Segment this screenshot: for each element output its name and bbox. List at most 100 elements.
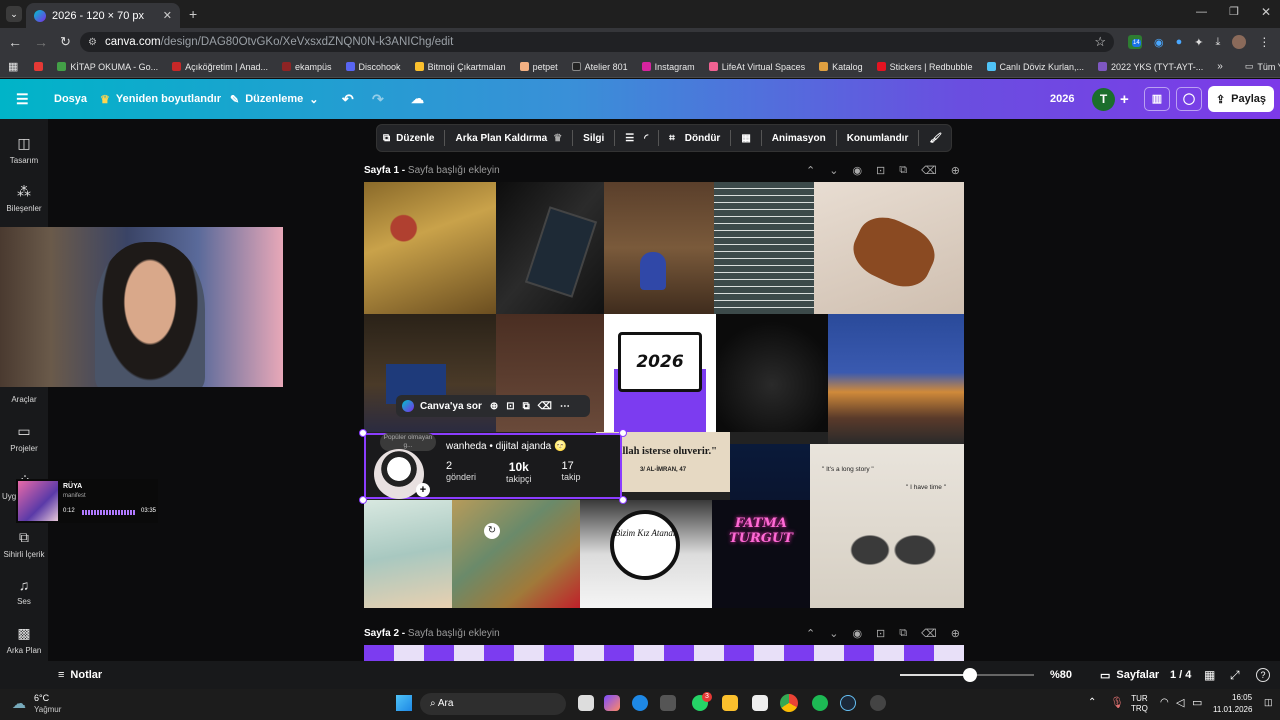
language-indicator[interactable]: TUR TRQ xyxy=(1131,694,1148,714)
sidebar-item-background[interactable]: ▩ Arka Plan xyxy=(0,625,48,655)
bookmark-item[interactable] xyxy=(34,62,44,71)
photo-house-night[interactable] xyxy=(828,314,964,444)
photo-tennis-net[interactable] xyxy=(714,182,814,314)
duplicate-icon[interactable]: ⧉ xyxy=(899,627,907,640)
taskbar-search[interactable]: ⌕ Ara xyxy=(420,693,566,715)
border-style-icon[interactable]: ☰ xyxy=(625,133,634,144)
page-2-canvas[interactable] xyxy=(364,645,964,661)
ask-canva-button[interactable]: Canva'ya sor xyxy=(402,400,482,412)
extension-badge-icon[interactable]: 14 xyxy=(1128,35,1142,49)
redo-icon[interactable]: ↷ xyxy=(372,91,384,108)
bookmark-item[interactable]: Stickers | Redbubble xyxy=(876,62,973,72)
document-title[interactable]: 2026 xyxy=(1050,93,1074,105)
animate-button[interactable]: Animasyon xyxy=(772,133,826,144)
apps-grid-icon[interactable]: ▦ xyxy=(8,60,18,73)
move-up-icon[interactable]: ⌃ xyxy=(806,627,815,640)
close-window-icon[interactable]: ✕ xyxy=(1261,5,1271,19)
tray-overflow-icon[interactable]: ⌃ xyxy=(1088,697,1096,708)
transparency-icon[interactable]: ▦ xyxy=(741,133,750,144)
zoom-slider[interactable] xyxy=(900,668,1034,682)
selection-handle[interactable] xyxy=(619,496,627,504)
add-page-icon[interactable]: ⊕ xyxy=(951,627,960,640)
maximize-icon[interactable]: ❐ xyxy=(1229,5,1239,18)
duplicate-icon[interactable]: ⧉ xyxy=(899,164,907,177)
volume-icon[interactable]: ◁ xyxy=(1176,696,1184,709)
browser-tab[interactable]: 2026 - 120 × 70 px ✕ xyxy=(26,3,180,28)
flip-button[interactable]: Döndür xyxy=(685,133,721,144)
trash-icon[interactable]: ⌫ xyxy=(921,164,937,177)
page-2-title[interactable]: Sayfa 2 - Sayfa başlığı ekleyin xyxy=(364,628,500,639)
url-bar[interactable]: ⚙ canva.com/design/DAG80OtvGKo/XeVxsxdZN… xyxy=(80,32,1114,52)
start-icon[interactable] xyxy=(396,695,412,711)
user-avatar[interactable]: T xyxy=(1092,88,1115,111)
move-down-icon[interactable]: ⌄ xyxy=(829,627,838,640)
clock-time[interactable]: 16:05 xyxy=(1232,693,1252,702)
edit-mode-button[interactable]: ✎ Düzenleme ⌄ xyxy=(230,93,319,106)
more-options-icon[interactable]: ⋯ xyxy=(560,401,570,412)
wifi-icon[interactable]: ◠ xyxy=(1160,697,1169,708)
bookmark-item[interactable]: Discohook xyxy=(345,62,401,72)
help-icon[interactable]: ? xyxy=(1256,668,1270,682)
trash-icon[interactable]: ⌫ xyxy=(921,627,937,640)
profile-card[interactable]: Popüler olmayan g... + wanheda • dijital… xyxy=(364,433,622,499)
tab-list-button[interactable]: ⌄ xyxy=(6,6,22,22)
bookmark-item[interactable]: ekampüs xyxy=(282,62,332,72)
edge-icon[interactable] xyxy=(632,695,648,711)
menu-icon[interactable]: ☰ xyxy=(16,91,29,108)
eraser-button[interactable]: Silgi xyxy=(583,133,604,144)
undo-icon[interactable]: ↶ xyxy=(342,91,354,108)
photo-car-dashboard[interactable] xyxy=(716,314,828,432)
photo-tablet[interactable] xyxy=(496,182,604,314)
duplicate-icon[interactable]: ⧉ xyxy=(523,401,530,412)
year-2026-envelope[interactable]: 2026 xyxy=(604,314,716,432)
minimize-icon[interactable]: — xyxy=(1196,6,1207,18)
back-icon[interactable]: ← xyxy=(8,34,22,50)
bookmark-item[interactable]: 2022 YKS (TYT-AYT-... xyxy=(1098,62,1203,72)
zoom-slider-handle[interactable] xyxy=(962,668,977,682)
zoom-level[interactable]: %80 xyxy=(1050,669,1072,681)
lock-icon[interactable]: ⊡ xyxy=(876,627,885,640)
selection-handle[interactable] xyxy=(359,429,367,437)
site-info-icon[interactable]: ⚙ xyxy=(88,37,97,48)
chrome-icon[interactable] xyxy=(780,694,798,712)
selection-handle[interactable] xyxy=(619,429,627,437)
crop-icon[interactable]: ⌗ xyxy=(669,133,675,144)
weather-temp[interactable]: 6°C xyxy=(34,693,49,703)
photo-autumn-bike[interactable] xyxy=(364,182,496,314)
battery-icon[interactable]: ▭ xyxy=(1192,696,1202,709)
sidebar-item-tools[interactable]: Araçlar xyxy=(0,395,48,404)
selection-handle[interactable] xyxy=(359,496,367,504)
remove-background-button[interactable]: Arka Plan Kaldırma ♛ xyxy=(455,133,562,144)
bookmark-item[interactable]: Katalog xyxy=(819,62,863,72)
page-count[interactable]: 1 / 4 xyxy=(1170,669,1191,681)
close-tab-icon[interactable]: ✕ xyxy=(163,9,172,22)
add-collaborator-icon[interactable]: + xyxy=(1120,91,1129,108)
bookmark-item[interactable]: Açıköğretim | Anad... xyxy=(172,62,268,72)
capcut-icon[interactable] xyxy=(752,695,768,711)
reload-icon[interactable]: ↻ xyxy=(60,34,71,50)
hide-page-icon[interactable]: ◉ xyxy=(852,627,862,640)
position-button[interactable]: Konumlandır xyxy=(847,133,909,144)
lock-icon[interactable]: ⊡ xyxy=(876,164,885,177)
cloud-save-icon[interactable]: ☁ xyxy=(411,91,424,107)
photo-neon-sign[interactable]: FATMA TURGUT xyxy=(712,500,810,608)
sidebar-item-audio[interactable]: ♫ Ses xyxy=(0,577,48,606)
task-view-icon[interactable] xyxy=(578,695,594,711)
bookmark-item[interactable]: petpet xyxy=(519,62,558,72)
edit-image-button[interactable]: ⧉ Düzenle xyxy=(383,133,434,144)
add-page-icon[interactable]: ⊕ xyxy=(951,164,960,177)
sidebar-item-magic[interactable]: ⧉ Sihirli İçerik xyxy=(0,529,48,559)
copilot-icon[interactable] xyxy=(604,695,620,711)
bookmark-item[interactable]: Bitmoji Çıkartmalan xyxy=(414,62,506,72)
store-icon[interactable] xyxy=(660,695,676,711)
audio-extension-icon[interactable]: ◉ xyxy=(1154,36,1164,49)
sidebar-item-elements[interactable]: ⁂ Bileşenler xyxy=(0,183,48,213)
comments-icon[interactable]: ◯ xyxy=(1176,87,1202,111)
more-bookmarks-icon[interactable]: » xyxy=(1217,61,1223,72)
steam-icon[interactable] xyxy=(840,695,856,711)
bookmark-item[interactable]: Atelier 801 xyxy=(571,62,628,72)
bookmark-item[interactable]: Canlı Döviz Kurlan,... xyxy=(986,62,1084,72)
spotify-icon[interactable] xyxy=(812,695,828,711)
bookmark-star-icon[interactable]: ☆ xyxy=(1094,34,1106,50)
rotate-handle[interactable]: ↻ xyxy=(484,523,500,539)
